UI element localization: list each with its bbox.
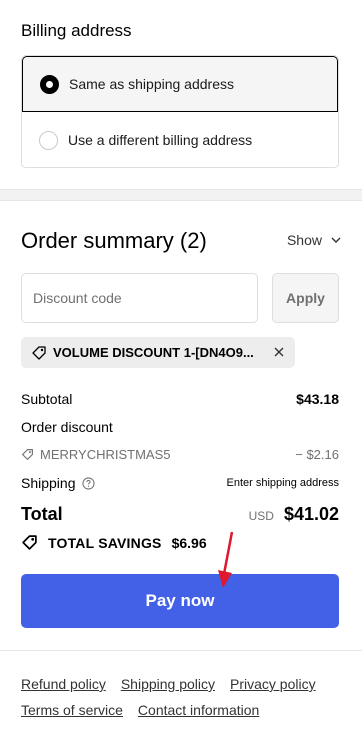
billing-title: Billing address [21, 21, 132, 40]
total-row: Total USD $41.02 [21, 504, 339, 525]
radio-selected-icon[interactable] [40, 74, 59, 94]
radio-different-billing[interactable]: Use a different billing address [22, 112, 338, 167]
terms-of-service-link[interactable]: Terms of service [21, 702, 123, 718]
apply-button[interactable]: Apply [272, 273, 339, 323]
currency-code: USD [248, 509, 274, 523]
tag-icon [32, 345, 46, 360]
subtotal-row: Subtotal $43.18 [21, 391, 339, 407]
footer-links-row2: Terms of service Contact information [21, 702, 341, 718]
radio-label: Same as shipping address [69, 76, 234, 92]
footer-divider [0, 650, 362, 651]
discount-code-label: MERRYCHRISTMAS5 [40, 447, 171, 462]
shipping-row: Shipping Enter shipping address [21, 475, 339, 491]
savings-label: TOTAL SAVINGS [48, 534, 162, 551]
order-summary-title: Order summary (2) [21, 228, 207, 253]
pay-now-button[interactable]: Pay now [21, 574, 339, 628]
tag-icon [22, 449, 33, 460]
billing-radio-group: Same as shipping address Use a different… [21, 55, 339, 168]
section-divider [0, 189, 362, 201]
shipping-value: Enter shipping address [226, 477, 339, 489]
radio-same-as-shipping[interactable]: Same as shipping address [22, 56, 338, 112]
subtotal-value: $43.18 [296, 391, 339, 407]
order-discount-label: Order discount [21, 419, 113, 435]
savings-tag-icon [22, 535, 37, 550]
radio-unselected-icon[interactable] [39, 130, 58, 150]
order-discount-row: Order discount [21, 419, 339, 435]
order-summary: Order summary (2) Show Apply VOLUME DISC… [0, 201, 362, 650]
close-icon[interactable] [273, 346, 285, 358]
applied-discount-tag: VOLUME DISCOUNT 1-[DN4O9... [21, 337, 295, 368]
discount-code-value: − $2.16 [295, 447, 339, 462]
total-value: $41.02 [283, 504, 339, 524]
billing-section: Billing address Same as shipping address… [0, 0, 362, 189]
shipping-label: Shipping [21, 475, 76, 491]
discount-code-input[interactable] [21, 273, 258, 323]
footer-links-row1: Refund policy Shipping policy Privacy po… [21, 676, 341, 692]
shipping-policy-link[interactable]: Shipping policy [121, 676, 215, 692]
show-label: Show [286, 232, 322, 248]
radio-label: Use a different billing address [68, 132, 253, 148]
show-toggle[interactable]: Show [287, 232, 342, 248]
contact-information-link[interactable]: Contact information [138, 702, 259, 718]
chevron-down-icon [331, 237, 341, 243]
total-savings: TOTAL SAVINGS $6.96 [21, 534, 207, 551]
privacy-policy-link[interactable]: Privacy policy [230, 676, 316, 692]
savings-value: $6.96 [171, 534, 207, 551]
applied-discount-label: VOLUME DISCOUNT 1-[DN4O9... [53, 345, 254, 360]
subtotal-label: Subtotal [21, 391, 73, 407]
total-label: Total [21, 504, 63, 524]
refund-policy-link[interactable]: Refund policy [21, 676, 106, 692]
discount-code-row: MERRYCHRISTMAS5 − $2.16 [21, 447, 339, 462]
help-icon[interactable] [81, 476, 95, 490]
